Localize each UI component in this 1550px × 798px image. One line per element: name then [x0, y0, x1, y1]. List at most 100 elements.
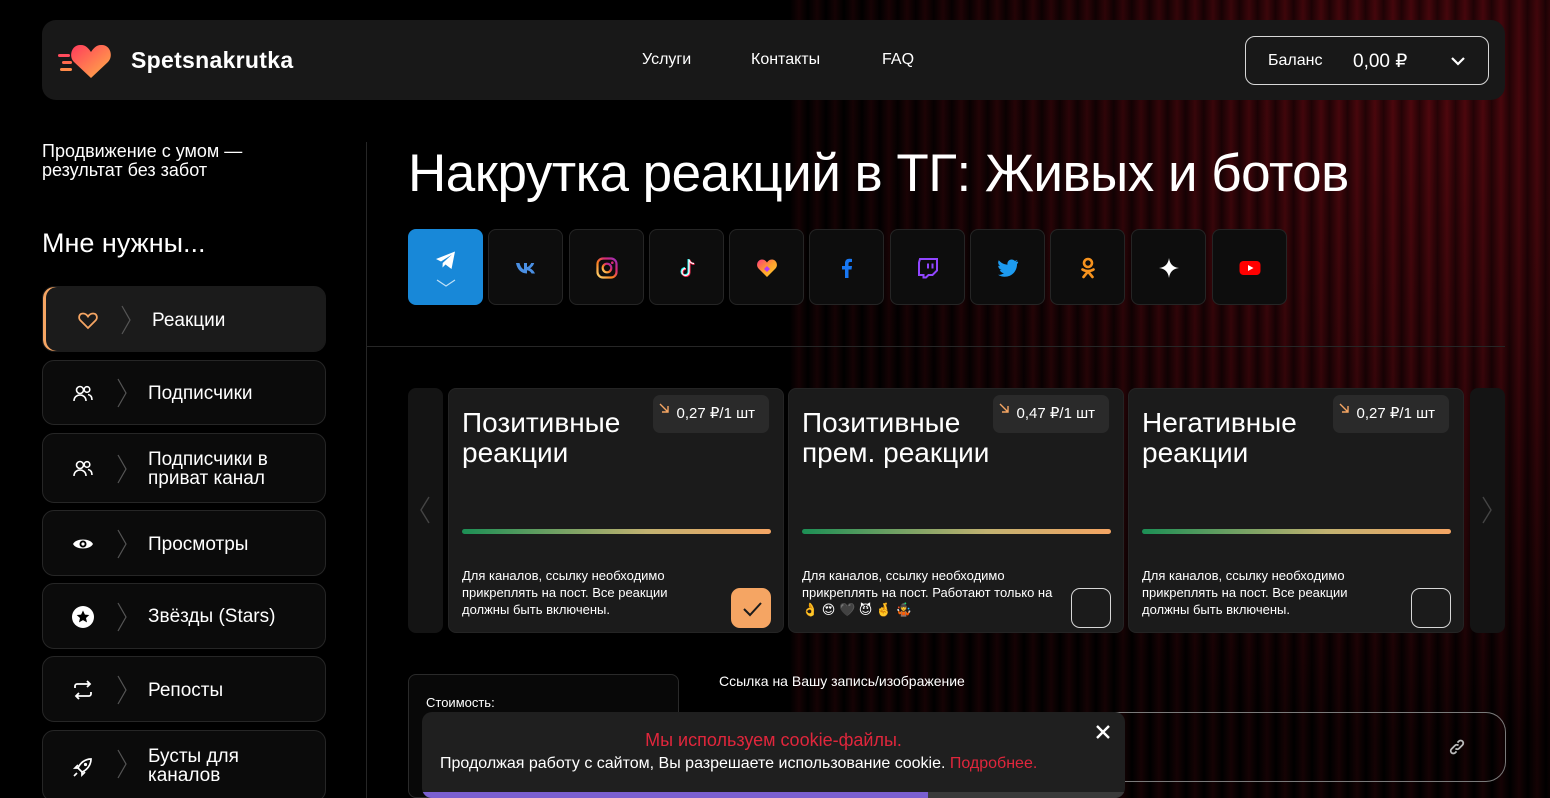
sidebar-item-label: Бусты для каналов — [148, 746, 239, 786]
price-badge: 0,27 ₽/1 шт — [1332, 395, 1449, 433]
card-title: Негативные реакции — [1142, 407, 1297, 468]
sidebar-item-views[interactable]: Просмотры — [42, 510, 326, 576]
card-title: Позитивные прем. реакции — [802, 407, 990, 468]
cookie-progress-fill — [422, 792, 929, 798]
twitter-icon — [998, 259, 1019, 277]
cookie-progress-bar — [422, 792, 1125, 798]
facebook-icon — [842, 258, 852, 278]
sidebar-item-label: Репосты — [148, 680, 224, 701]
section-divider — [367, 346, 1505, 347]
star-icon — [72, 606, 94, 628]
nav-contacts[interactable]: Контакты — [751, 51, 820, 69]
sidebar-item-private-subscribers[interactable]: Подписчики в приват канал — [42, 433, 326, 503]
brand-name[interactable]: Spetsnakrutka — [131, 47, 293, 74]
chevron-right-icon — [117, 749, 127, 779]
repost-icon — [74, 680, 92, 700]
link-icon[interactable] — [1446, 736, 1468, 758]
link-label: Ссылка на Вашу запись/изображение — [719, 673, 965, 689]
chevron-right-icon — [117, 602, 127, 632]
sidebar-item-label: Подписчики — [148, 383, 253, 404]
chevron-left-icon — [420, 496, 430, 524]
chevron-down-icon — [436, 279, 456, 287]
card-title: Позитивные реакции — [462, 407, 621, 468]
sidebar-item-reposts[interactable]: Репосты — [42, 656, 326, 722]
vk-icon — [516, 263, 535, 274]
social-odnoklassniki[interactable] — [1050, 229, 1125, 305]
cookie-banner: Мы используем cookie-файлы. Продолжая ра… — [422, 712, 1125, 798]
page-title: Накрутка реакций в ТГ: Живых и ботов — [408, 144, 1349, 203]
balance-dropdown[interactable]: Баланс 0,00 ₽ — [1245, 36, 1489, 85]
chevron-right-icon — [117, 529, 127, 559]
instagram-icon — [596, 257, 618, 279]
arrow-down-right-icon — [659, 403, 669, 413]
carousel-prev-button[interactable] — [408, 388, 443, 633]
users-icon — [73, 385, 93, 402]
nav-faq[interactable]: FAQ — [882, 51, 914, 69]
chevron-right-icon — [121, 305, 131, 335]
sidebar-item-boosts[interactable]: Бусты для каналов — [42, 730, 326, 798]
tagline: Продвижение с умом — результат без забот — [42, 141, 243, 180]
social-threads[interactable] — [1131, 229, 1206, 305]
close-icon[interactable] — [1095, 724, 1111, 740]
sidebar-item-stars[interactable]: Звёзды (Stars) — [42, 583, 326, 649]
price-value: 0,27 ₽/1 шт — [676, 405, 756, 422]
social-likee[interactable] — [729, 229, 804, 305]
cookie-title: Мы используем cookie-файлы. — [645, 730, 902, 750]
users-icon — [73, 460, 93, 477]
header: Spetsnakrutka Услуги Контакты FAQ Баланс… — [42, 20, 1505, 100]
balance-label: Баланс — [1268, 52, 1323, 69]
service-card[interactable]: Позитивные реакции 0,27 ₽/1 шт Для канал… — [448, 388, 784, 633]
telegram-icon — [436, 251, 455, 269]
cookie-message: Продолжая работу с сайтом, Вы разрешаете… — [440, 755, 946, 772]
chevron-down-icon — [1451, 57, 1465, 66]
check-icon — [743, 602, 762, 617]
cookie-text: Продолжая работу с сайтом, Вы разрешаете… — [440, 755, 1037, 773]
sidebar-heading: Мне нужны... — [42, 228, 206, 258]
social-instagram[interactable] — [569, 229, 644, 305]
card-gradient-bar — [462, 529, 771, 534]
social-youtube[interactable] — [1212, 229, 1287, 305]
likee-icon — [757, 259, 777, 277]
card-checkbox[interactable] — [731, 588, 771, 628]
youtube-icon — [1239, 261, 1261, 275]
card-description: Для каналов, ссылку необходимо прикрепля… — [1142, 568, 1348, 617]
social-twitter[interactable] — [970, 229, 1045, 305]
sidebar-item-label: Реакции — [152, 310, 226, 331]
service-card[interactable]: Негативные реакции 0,27 ₽/1 шт Для канал… — [1128, 388, 1464, 633]
cost-label: Стоимость: — [426, 695, 495, 710]
sidebar-item-reactions[interactable]: Реакции — [42, 286, 326, 352]
arrow-down-right-icon — [999, 403, 1009, 413]
heart-icon — [78, 312, 98, 330]
nav-services[interactable]: Услуги — [642, 51, 691, 69]
carousel-next-button[interactable] — [1470, 388, 1505, 633]
social-tiktok[interactable] — [649, 229, 724, 305]
logo-icon[interactable] — [58, 40, 114, 80]
chevron-right-icon — [117, 378, 127, 408]
price-badge: 0,27 ₽/1 шт — [652, 395, 769, 433]
rocket-icon — [72, 758, 92, 778]
card-gradient-bar — [1142, 529, 1451, 534]
price-value: 0,27 ₽/1 шт — [1356, 405, 1436, 422]
card-checkbox[interactable] — [1411, 588, 1451, 628]
social-twitch[interactable] — [890, 229, 965, 305]
price-badge: 0,47 ₽/1 шт — [992, 395, 1109, 433]
social-vk[interactable] — [488, 229, 563, 305]
odnoklassniki-icon — [1081, 257, 1095, 279]
chevron-right-icon — [117, 454, 127, 484]
social-telegram[interactable] — [408, 229, 483, 305]
card-description: Для каналов, ссылку необходимо прикрепля… — [462, 568, 668, 617]
twitch-icon — [918, 258, 938, 279]
chevron-right-icon — [1482, 496, 1492, 524]
sidebar-item-label: Подписчики в приват канал — [148, 449, 268, 489]
arrow-down-right-icon — [1339, 403, 1349, 413]
cookie-more-link[interactable]: Подробнее. — [950, 755, 1037, 772]
price-value: 0,47 ₽/1 шт — [1016, 405, 1096, 422]
service-card[interactable]: Позитивные прем. реакции 0,47 ₽/1 шт Для… — [788, 388, 1124, 633]
card-description: Для каналов, ссылку необходимо прикрепля… — [802, 568, 1053, 617]
social-facebook[interactable] — [809, 229, 884, 305]
card-checkbox[interactable] — [1071, 588, 1111, 628]
sidebar-item-label: Звёзды (Stars) — [148, 606, 276, 627]
balance-value: 0,00 ₽ — [1353, 51, 1408, 72]
sparkle-icon — [1159, 258, 1179, 278]
sidebar-item-subscribers[interactable]: Подписчики — [42, 360, 326, 425]
